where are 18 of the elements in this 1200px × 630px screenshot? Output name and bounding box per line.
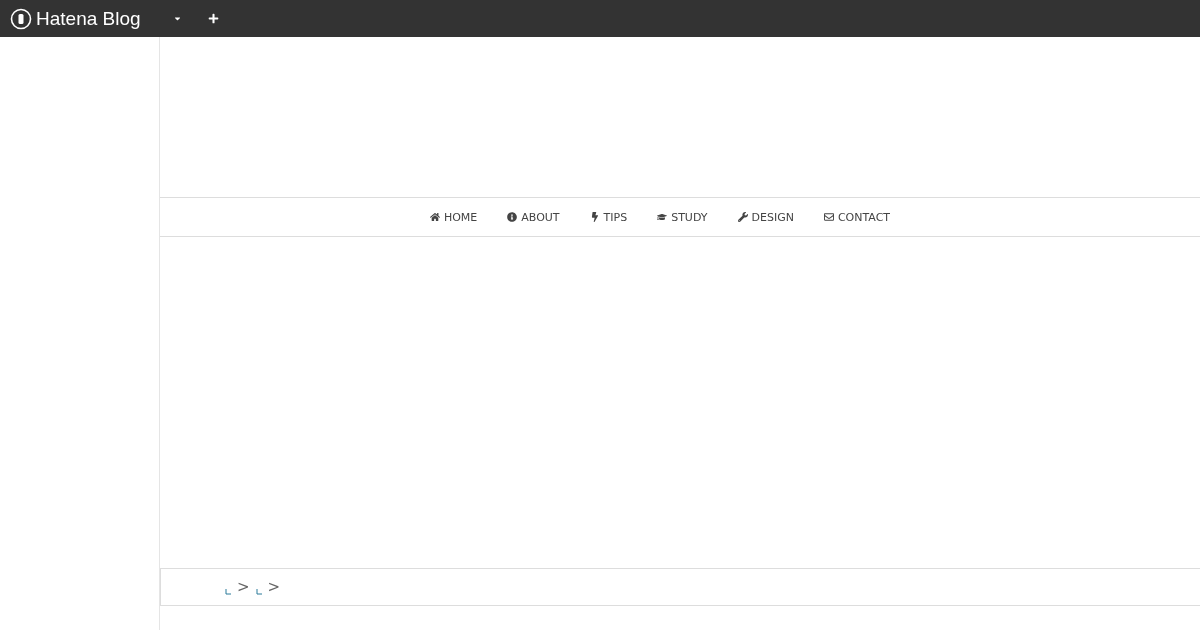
nav-link[interactable]: STUDY [657,210,708,224]
nav-link[interactable]: CONTACT [823,210,891,224]
graduation-cap-icon [657,212,668,222]
logo-icon [10,7,32,30]
nav-link[interactable]: TIPS [589,210,628,224]
envelope-icon [823,212,834,222]
dropdown-button[interactable] [172,14,182,23]
nav-link[interactable]: ABOUT [507,210,560,224]
add-button[interactable] [207,13,219,24]
breadcrumb-separator: > [267,578,281,596]
home-icon [429,212,440,222]
lightning-icon [589,212,600,222]
nav-link[interactable]: HOME [429,210,478,224]
nav-link[interactable]: DESIGN [737,210,794,224]
info-icon [507,212,518,222]
breadcrumb-separator: > [237,578,250,596]
logo-text[interactable]: Hatena Blog [36,7,141,30]
wrench-icon [737,212,748,222]
